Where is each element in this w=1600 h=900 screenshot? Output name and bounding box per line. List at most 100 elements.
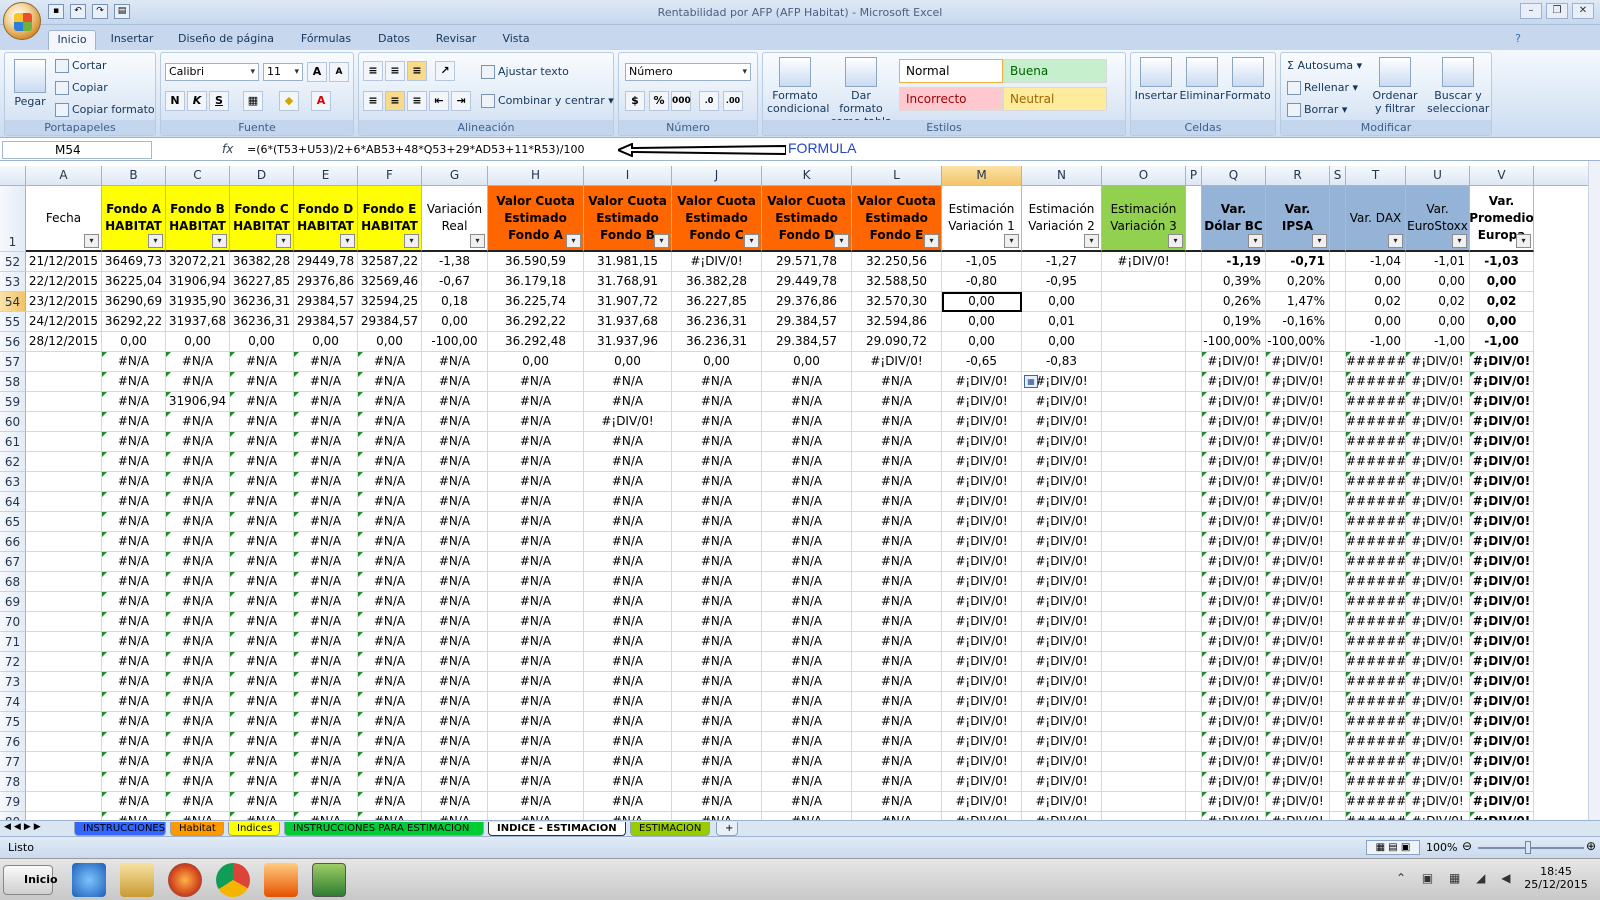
cell[interactable] — [1186, 492, 1202, 512]
cell[interactable]: #N/A — [230, 792, 294, 812]
cell[interactable]: #¡DIV/0! — [1266, 412, 1330, 432]
cell[interactable]: #N/A — [852, 812, 942, 820]
cell[interactable]: #N/A — [672, 452, 762, 472]
cell[interactable]: 0,00 — [1470, 312, 1534, 332]
column-header-p[interactable]: P — [1186, 166, 1202, 186]
header-cell[interactable]: Estimación Variación 1 ▾ — [942, 186, 1022, 252]
cell[interactable]: #¡DIV/0! — [1202, 572, 1266, 592]
cell[interactable]: #N/A — [358, 792, 422, 812]
cell[interactable]: #¡DIV/0! — [1202, 532, 1266, 552]
cell[interactable] — [1330, 492, 1346, 512]
cell[interactable]: #¡DIV/0! — [1266, 632, 1330, 652]
cell[interactable]: #N/A — [422, 392, 488, 412]
cell[interactable]: -100,00 — [422, 332, 488, 352]
cell[interactable]: #N/A — [230, 452, 294, 472]
minimize-icon[interactable]: – — [1520, 3, 1542, 19]
cell[interactable]: #¡DIV/0! — [1406, 732, 1470, 752]
column-header-v[interactable]: V — [1470, 166, 1534, 186]
cell[interactable]: #¡DIV/0! — [1266, 492, 1330, 512]
cell[interactable]: #¡DIV/0! — [1202, 452, 1266, 472]
cell[interactable]: #N/A — [852, 572, 942, 592]
cell[interactable]: #N/A — [102, 772, 166, 792]
header-cell[interactable]: Valor Cuota Estimado Fondo E ▾ — [852, 186, 942, 252]
cell[interactable]: #N/A — [358, 412, 422, 432]
cell[interactable]: #N/A — [584, 652, 672, 672]
cell[interactable] — [26, 632, 102, 652]
cell[interactable] — [1186, 792, 1202, 812]
cell[interactable] — [1330, 512, 1346, 532]
header-cell[interactable]: Variación Real ▾ — [422, 186, 488, 252]
row-header[interactable]: 58 — [0, 372, 26, 392]
cell[interactable]: #N/A — [762, 492, 852, 512]
cell[interactable]: 36.236,31 — [672, 332, 762, 352]
column-header-d[interactable]: D — [230, 166, 294, 186]
cell[interactable]: 0,00 — [422, 312, 488, 332]
paste-options-icon[interactable]: ▦ — [1024, 375, 1038, 388]
cell[interactable]: #N/A — [488, 692, 584, 712]
cell[interactable]: #N/A — [358, 452, 422, 472]
cell[interactable] — [1102, 572, 1186, 592]
cell[interactable]: #N/A — [102, 372, 166, 392]
cell[interactable]: 0,39% — [1202, 272, 1266, 292]
cell[interactable]: #N/A — [852, 412, 942, 432]
cell[interactable]: -1,00 — [1470, 332, 1534, 352]
cell[interactable]: #N/A — [584, 432, 672, 452]
cell[interactable]: #N/A — [672, 612, 762, 632]
cell[interactable] — [26, 612, 102, 632]
cell[interactable]: 31.937,96 — [584, 332, 672, 352]
cell[interactable]: #¡DIV/0! — [1266, 352, 1330, 372]
cell[interactable]: #N/A — [422, 732, 488, 752]
close-icon[interactable]: ✕ — [1572, 3, 1594, 19]
cell[interactable]: #¡DIV/0! — [1202, 712, 1266, 732]
filter-dropdown-icon[interactable]: ▾ — [566, 234, 581, 248]
cell[interactable]: #N/A — [584, 712, 672, 732]
row-header[interactable]: 52 — [0, 252, 26, 272]
cell[interactable]: #N/A — [294, 752, 358, 772]
formula-input[interactable]: =(6*(T53+U53)/2+6*AB53+48*Q53+29*AD53+11… — [247, 143, 584, 156]
cell[interactable]: #N/A — [584, 572, 672, 592]
cell[interactable]: #N/A — [294, 572, 358, 592]
cell[interactable]: #N/A — [422, 632, 488, 652]
cell[interactable]: #¡DIV/0! — [1470, 452, 1534, 472]
cell[interactable]: ###### — [1346, 452, 1406, 472]
sheet-nav-icon[interactable]: ◀◀▶▶ — [4, 822, 44, 832]
cell[interactable]: #N/A — [166, 752, 230, 772]
cell[interactable]: #¡DIV/0! — [1470, 492, 1534, 512]
zoom-in-icon[interactable]: ⊕ — [1586, 839, 1596, 853]
header-cell[interactable]: Var. Promedio Europa ▾ — [1470, 186, 1534, 252]
cell[interactable]: #¡DIV/0! — [942, 732, 1022, 752]
cell[interactable]: #N/A — [358, 352, 422, 372]
filter-dropdown-icon[interactable]: ▾ — [1084, 234, 1099, 248]
cell[interactable]: #¡DIV/0! — [1202, 392, 1266, 412]
row-header[interactable]: 65 — [0, 512, 26, 532]
cell[interactable] — [1330, 352, 1346, 372]
header-cell[interactable]: Valor Cuota Estimado Fondo C ▾ — [672, 186, 762, 252]
cell[interactable]: 29384,57 — [294, 292, 358, 312]
cell[interactable]: #N/A — [488, 752, 584, 772]
cell[interactable]: #N/A — [488, 592, 584, 612]
sheet-tab[interactable]: Habitat — [170, 822, 224, 836]
header-cell[interactable]: Var. IPSA ▾ — [1266, 186, 1330, 252]
cell[interactable]: 0,00 — [102, 332, 166, 352]
filter-dropdown-icon[interactable]: ▾ — [834, 234, 849, 248]
cell[interactable]: #¡DIV/0! — [1202, 752, 1266, 772]
cell[interactable]: #N/A — [358, 612, 422, 632]
cell[interactable]: #N/A — [166, 492, 230, 512]
cell[interactable]: #¡DIV/0! — [1470, 392, 1534, 412]
cell[interactable]: #N/A — [166, 652, 230, 672]
cell[interactable]: #N/A — [358, 532, 422, 552]
cell[interactable]: 0,00 — [1406, 312, 1470, 332]
cell[interactable]: #N/A — [294, 392, 358, 412]
cell[interactable]: #N/A — [294, 432, 358, 452]
cell[interactable]: 31906,94 — [166, 272, 230, 292]
cell[interactable]: #N/A — [762, 472, 852, 492]
cell[interactable]: 31.981,15 — [584, 252, 672, 272]
cell[interactable] — [26, 552, 102, 572]
cell[interactable]: #N/A — [488, 772, 584, 792]
firefox-icon[interactable] — [168, 863, 202, 897]
cell[interactable] — [1102, 812, 1186, 820]
cell[interactable] — [1102, 692, 1186, 712]
column-header-f[interactable]: F — [358, 166, 422, 186]
cell[interactable]: #N/A — [422, 612, 488, 632]
cell[interactable]: -1,04 — [1346, 252, 1406, 272]
